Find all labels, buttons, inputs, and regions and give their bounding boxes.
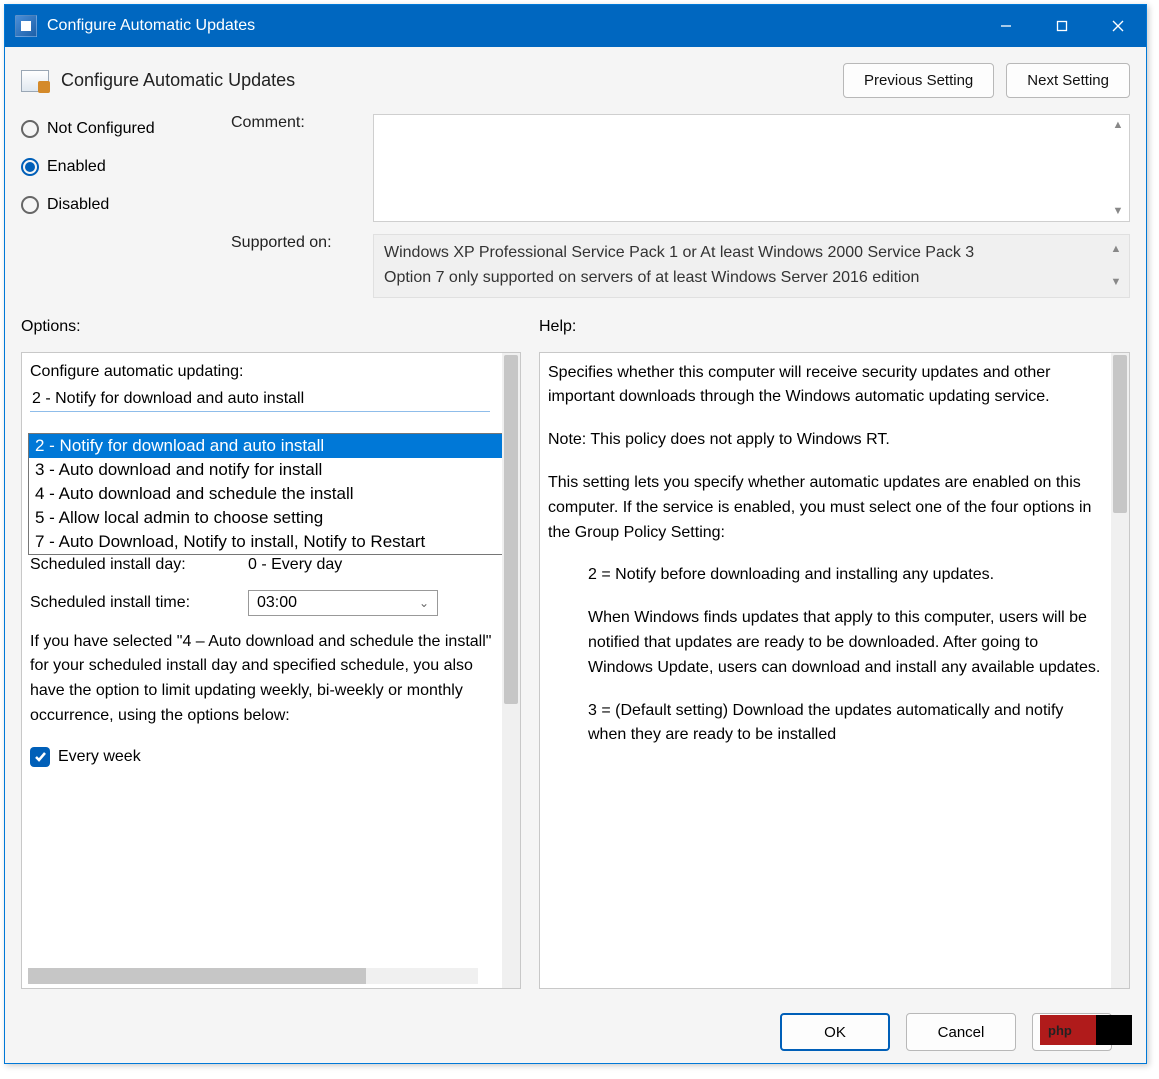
combo-value: 2 - Notify for download and auto install	[32, 390, 304, 407]
supported-row: Supported on: Windows XP Professional Se…	[231, 234, 1130, 298]
help-label: Help:	[539, 318, 576, 336]
window-controls	[978, 5, 1146, 47]
dropdown-option-2[interactable]: 2 - Notify for download and auto install	[29, 434, 502, 458]
options-panel: Configure automatic updating: 2 - Notify…	[21, 352, 521, 989]
scroll-up-icon: ▲	[1109, 241, 1123, 258]
minimize-button[interactable]	[978, 5, 1034, 47]
dropdown-option-5[interactable]: 5 - Allow local admin to choose setting	[29, 506, 502, 530]
radio-label: Enabled	[47, 158, 106, 176]
scroll-down-icon: ▼	[1109, 274, 1123, 291]
status-section: Not Configured Enabled Disabled Comment:	[21, 114, 1130, 298]
comment-label: Comment:	[231, 114, 361, 222]
dropdown-option-4[interactable]: 4 - Auto download and schedule the insta…	[29, 482, 502, 506]
supported-text-1: Windows XP Professional Service Pack 1 o…	[384, 241, 1119, 266]
help-text: This setting lets you specify whether au…	[548, 471, 1103, 545]
every-week-checkbox-row[interactable]: Every week	[30, 747, 498, 767]
checkbox-checked-icon	[30, 747, 50, 767]
watermark-text: php	[1048, 1023, 1072, 1038]
help-text: 2 = Notify before downloading and instal…	[548, 563, 1103, 588]
configure-updating-label: Configure automatic updating:	[30, 363, 498, 381]
supported-label: Supported on:	[231, 234, 361, 298]
every-week-label: Every week	[58, 748, 141, 766]
help-text: When Windows finds updates that apply to…	[548, 606, 1103, 680]
supported-textbox: Windows XP Professional Service Pack 1 o…	[373, 234, 1130, 298]
chevron-down-icon: ⌄	[419, 596, 429, 610]
options-content: Configure automatic updating: 2 - Notify…	[22, 353, 502, 988]
window-title: Configure Automatic Updates	[47, 17, 978, 35]
comment-row: Comment: ▲ ▼	[231, 114, 1130, 222]
scheduled-day-label: Scheduled install day:	[30, 556, 236, 574]
cancel-button[interactable]: Cancel	[906, 1013, 1016, 1051]
radio-enabled[interactable]: Enabled	[21, 158, 211, 176]
status-radio-group: Not Configured Enabled Disabled	[21, 114, 211, 298]
scheduled-time-combo[interactable]: 03:00 ⌄	[248, 590, 438, 616]
titlebar: Configure Automatic Updates	[5, 5, 1146, 47]
supported-text-2: Option 7 only supported on servers of at…	[384, 266, 1119, 291]
policy-title: Configure Automatic Updates	[61, 70, 831, 91]
scrollbar[interactable]: ▲ ▼	[1111, 119, 1125, 217]
radio-icon	[21, 158, 39, 176]
policy-icon	[21, 70, 49, 92]
help-panel: Specifies whether this computer will rec…	[539, 352, 1130, 989]
comment-textbox[interactable]: ▲ ▼	[373, 114, 1130, 222]
configure-updating-combo[interactable]: 2 - Notify for download and auto install	[30, 387, 490, 412]
ok-button[interactable]: OK	[780, 1013, 890, 1051]
section-labels-row: Options: Help:	[21, 318, 1130, 336]
watermark-overlay: php	[1040, 1015, 1132, 1045]
radio-label: Disabled	[47, 196, 109, 214]
radio-label: Not Configured	[47, 120, 155, 138]
dialog-footer: OK Cancel A	[21, 999, 1130, 1051]
previous-setting-button[interactable]: Previous Setting	[843, 63, 994, 98]
options-paragraph: If you have selected "4 – Auto download …	[30, 630, 498, 729]
configure-updating-dropdown[interactable]: 2 - Notify for download and auto install…	[28, 433, 502, 555]
comment-column: Comment: ▲ ▼ Supported on: Windows XP Pr…	[231, 114, 1130, 298]
help-text: 3 = (Default setting) Download the updat…	[548, 699, 1103, 749]
help-text: Note: This policy does not apply to Wind…	[548, 428, 1103, 453]
dialog-window: Configure Automatic Updates Configure Au…	[4, 4, 1147, 1064]
dropdown-option-7[interactable]: 7 - Auto Download, Notify to install, No…	[29, 530, 502, 554]
next-setting-button[interactable]: Next Setting	[1006, 63, 1130, 98]
panels-row: Configure automatic updating: 2 - Notify…	[21, 352, 1130, 989]
close-button[interactable]	[1090, 5, 1146, 47]
scrollbar[interactable]: ▲ ▼	[1109, 241, 1123, 291]
help-content: Specifies whether this computer will rec…	[540, 353, 1111, 988]
scroll-down-icon: ▼	[1111, 205, 1125, 217]
radio-disabled[interactable]: Disabled	[21, 196, 211, 214]
dialog-content: Configure Automatic Updates Previous Set…	[5, 47, 1146, 1063]
scheduled-time-label: Scheduled install time:	[30, 594, 236, 612]
scheduled-day-row: Scheduled install day: 0 - Every day	[30, 556, 498, 574]
options-label: Options:	[21, 318, 521, 336]
vertical-scrollbar[interactable]	[1111, 353, 1129, 988]
scheduled-time-value: 03:00	[257, 594, 297, 612]
horizontal-scrollbar[interactable]	[28, 968, 478, 984]
radio-not-configured[interactable]: Not Configured	[21, 120, 211, 138]
scheduled-day-value[interactable]: 0 - Every day	[248, 556, 342, 574]
dropdown-option-3[interactable]: 3 - Auto download and notify for install	[29, 458, 502, 482]
vertical-scrollbar[interactable]	[502, 353, 520, 988]
radio-icon	[21, 196, 39, 214]
scroll-up-icon: ▲	[1111, 119, 1125, 131]
header-row: Configure Automatic Updates Previous Set…	[21, 63, 1130, 98]
scheduled-time-row: Scheduled install time: 03:00 ⌄	[30, 590, 498, 616]
app-icon	[15, 15, 37, 37]
maximize-button[interactable]	[1034, 5, 1090, 47]
radio-icon	[21, 120, 39, 138]
help-text: Specifies whether this computer will rec…	[548, 361, 1103, 411]
